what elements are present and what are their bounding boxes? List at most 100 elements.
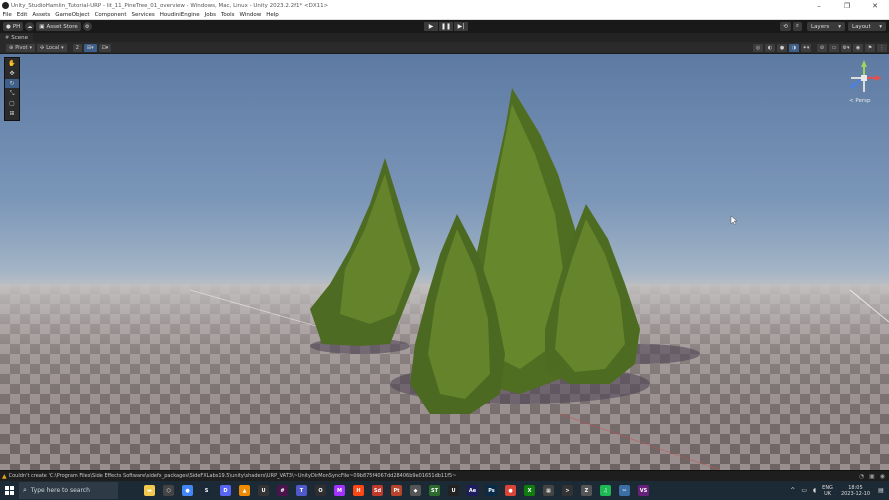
substance-designer-icon[interactable]: Sd [368,481,387,500]
layout-dropdown[interactable]: Layout ▾ [848,22,886,31]
shading-mode-icon[interactable]: ◑ [789,44,799,52]
after-effects-icon[interactable]: Ae [463,481,482,500]
menu-services[interactable]: Services [129,12,157,18]
messenger-icon[interactable]: M [330,481,349,500]
asset-store-label: Asset Store [46,23,78,30]
grid-icon: # [5,34,10,41]
visual-studio-icon[interactable]: VS [634,481,653,500]
menu-gameobject[interactable]: GameObject [53,12,92,18]
menu-houdini-engine[interactable]: HoudiniEngine [157,12,202,18]
progress-icon[interactable]: ◔ [859,473,864,480]
unity-editor-icon[interactable]: ◆ [406,481,425,500]
chrome-icon[interactable]: ● [178,481,197,500]
xbox-icon[interactable]: X [520,481,539,500]
pivot-toggle[interactable]: ⊕ Pivot ▾ [6,43,35,52]
transform-tool-icon[interactable]: ⊞ [5,109,19,118]
account-button[interactable]: ● PH [3,22,24,31]
effects-icon[interactable]: ✦▾ [801,44,811,52]
layers-dropdown[interactable]: Layers ▾ [807,22,845,31]
pivot-label: Pivot [15,44,28,51]
draw-mode-icon[interactable]: ◐ [765,44,775,52]
substance-painter-icon[interactable]: Pt [387,481,406,500]
unity-hub-icon[interactable]: ⬡ [159,481,178,500]
package-icon[interactable]: ▣ [869,473,875,480]
menu-edit[interactable]: Edit [14,12,30,18]
vlc-icon[interactable]: ▲ [235,481,254,500]
menu-tools[interactable]: Tools [218,12,237,18]
grid-toggle-icon[interactable]: ⊞▾ [83,43,97,52]
visual-studio-icon-glyph: VS [638,485,649,496]
play-button[interactable]: ▶ [424,22,438,31]
asset-store-button[interactable]: ▣ Asset Store [36,22,81,31]
move-tool-icon[interactable]: ✥ [5,69,19,78]
perspective-label[interactable]: < Persp [849,98,870,104]
orientation-gizmo[interactable] [846,60,882,96]
calculator-icon-glyph: ▦ [543,485,554,496]
hidden-objects-icon[interactable]: ⊘ [817,44,827,52]
chevron-up-icon[interactable]: ^ [790,487,795,494]
slack-icon[interactable]: # [273,481,292,500]
file-explorer-icon[interactable]: ▬ [140,481,159,500]
unity-icon[interactable]: U [254,481,273,500]
console-status-bar[interactable]: ▲ Couldn't create 'C:\Program Files\Side… [0,470,889,481]
language-indicator[interactable]: ENG UK [822,485,833,497]
menu-component[interactable]: Component [92,12,129,18]
discord-icon[interactable]: D [216,481,235,500]
network-icon[interactable]: ▭ [801,487,807,494]
menu-assets[interactable]: Assets [30,12,53,18]
speedtree-icon[interactable]: ST [425,481,444,500]
scene-viewport[interactable] [0,54,889,470]
menu-file[interactable]: File [0,12,14,18]
gizmos-icon[interactable]: ⚙▾ [841,44,851,52]
rotate-tool-icon[interactable]: ↻ [5,79,19,88]
maximize-button[interactable]: ❐ [833,0,861,11]
windows-start-icon[interactable] [0,481,19,500]
gizmo-toggle-icon[interactable]: ◎ [753,44,763,52]
lighting-toggle-icon[interactable]: ● [777,44,787,52]
minimize-button[interactable]: – [805,0,833,11]
notification-icon[interactable]: ◉ [880,473,885,480]
menu-jobs[interactable]: Jobs [202,12,218,18]
overlay-menu-icon[interactable]: ⋮ [877,44,887,52]
rect-tool-icon[interactable]: ▢ [5,99,19,108]
terminal-icon[interactable]: > [558,481,577,500]
discord-icon-glyph: D [220,485,231,496]
2d-toggle-icon[interactable]: ⚑ [865,44,875,52]
hand-tool-icon[interactable]: ✋ [5,59,19,68]
taskbar-clock[interactable]: 18:05 2023-12-10 [841,485,870,497]
zbrush-icon[interactable]: Z [577,481,596,500]
console-message[interactable]: Couldn't create 'C:\Program Files\Side E… [9,473,859,479]
scene-visibility-icon[interactable]: ◉ [853,44,863,52]
unreal-icon[interactable]: U [444,481,463,500]
snipping-icon[interactable]: ✂ [615,481,634,500]
chrome-alt-icon[interactable]: ● [501,481,520,500]
volume-icon[interactable]: ◖ [813,487,816,494]
calculator-icon[interactable]: ▦ [539,481,558,500]
menu-help[interactable]: Help [264,12,282,18]
taskbar-search-input[interactable]: ⌕ Type here to search [19,482,118,499]
unity-editor-icon-glyph: ◆ [410,485,421,496]
snap-increment-icon[interactable]: ⊡▾ [98,43,112,52]
spotify-icon[interactable]: ♫ [596,481,615,500]
menu-window[interactable]: Window [237,12,264,18]
history-icon[interactable]: ⟲ [780,22,791,31]
grid-snap-value[interactable]: 2 [72,43,82,52]
search-icon[interactable]: ⌕ [792,22,802,31]
scale-tool-icon[interactable]: ⤡ [5,89,19,98]
camera-icon[interactable]: ▭ [829,44,839,52]
window-title: Unity_StudioHamlin_Tutorial-URP - lit_11… [11,2,329,9]
houdini-icon[interactable]: H [349,481,368,500]
photoshop-icon[interactable]: Ps [482,481,501,500]
teams-icon[interactable]: T [292,481,311,500]
tab-scene[interactable]: # Scene [0,33,33,42]
local-toggle[interactable]: ✣ Local ▾ [37,43,67,52]
tool-palette: ✋ ✥ ↻ ⤡ ▢ ⊞ [4,57,20,121]
steam-icon[interactable]: S [197,481,216,500]
pause-button[interactable]: ❚❚ [439,22,453,31]
obs-icon[interactable]: O [311,481,330,500]
notifications-icon[interactable]: ▤ [876,486,886,496]
step-button[interactable]: ▶| [454,22,468,31]
close-button[interactable]: ✕ [861,0,889,11]
cloud-icon[interactable]: ☁ [25,22,35,31]
settings-icon[interactable]: ⚙ [82,22,92,31]
